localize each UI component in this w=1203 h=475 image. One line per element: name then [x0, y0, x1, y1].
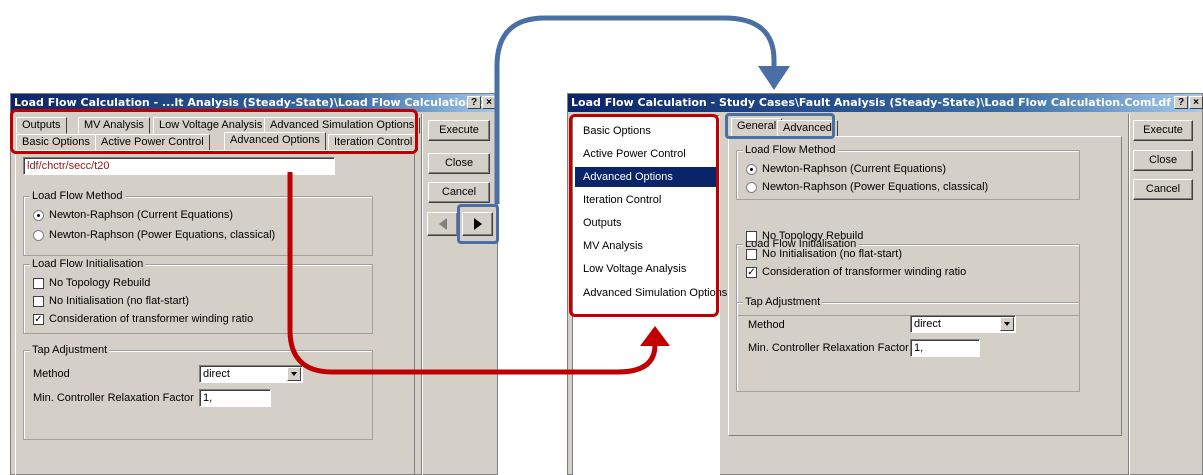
- left-execute-button[interactable]: Execute: [428, 120, 490, 141]
- right-tap-method-label: Method: [748, 319, 785, 331]
- right-close-button[interactable]: Close: [1133, 150, 1193, 171]
- left-relaxation-label: Min. Controller Relaxation Factor: [33, 392, 194, 404]
- right-load-flow-method-title: Load Flow Method: [743, 144, 838, 156]
- right-nav-highlight: [569, 114, 719, 317]
- chevron-down-icon[interactable]: [287, 367, 301, 381]
- left-close-button[interactable]: Close: [428, 153, 490, 174]
- right-no-initialisation-label: No Initialisation (no flat-start): [762, 248, 902, 260]
- left-tap-adjustment-title: Tap Adjustment: [30, 344, 110, 356]
- left-button-divider: [421, 114, 423, 475]
- left-no-topology-rebuild-checkbox[interactable]: [33, 278, 44, 289]
- left-no-initialisation-checkbox[interactable]: [33, 296, 44, 307]
- left-transformer-ratio-checkbox[interactable]: ✓: [33, 314, 44, 325]
- path-field[interactable]: ldf/chctr/secc/t20: [23, 157, 335, 175]
- left-window-title: Load Flow Calculation - ...lt Analysis (…: [14, 96, 497, 109]
- right-method-label-current: Newton-Raphson (Current Equations): [762, 163, 947, 175]
- right-relaxation-field[interactable]: 1,: [910, 339, 980, 357]
- left-close-window-button[interactable]: ×: [482, 96, 496, 109]
- right-button-divider: [1128, 114, 1130, 475]
- right-no-initialisation-checkbox[interactable]: [746, 249, 757, 260]
- right-title-bar: Load Flow Calculation - Study Cases\Faul…: [568, 94, 1202, 112]
- right-close-window-button[interactable]: ×: [1189, 96, 1203, 109]
- left-load-flow-method-group: Load Flow Method: [23, 190, 373, 256]
- left-tap-method-value: direct: [203, 368, 230, 380]
- right-cancel-button[interactable]: Cancel: [1133, 179, 1193, 200]
- chevron-down-icon[interactable]: [1000, 317, 1014, 331]
- left-method-label-power: Newton-Raphson (Power Equations, classic…: [49, 229, 276, 241]
- right-method-radio-current[interactable]: [746, 164, 757, 175]
- left-method-radio-current[interactable]: [33, 210, 44, 221]
- right-no-topology-rebuild-label: No Topology Rebuild: [762, 230, 864, 242]
- left-no-topology-rebuild-label: No Topology Rebuild: [49, 277, 151, 289]
- next-button-highlight: [457, 204, 499, 244]
- blue-arrowhead-icon: [758, 66, 790, 90]
- right-help-button[interactable]: ?: [1174, 96, 1188, 109]
- right-no-topology-rebuild-checkbox[interactable]: [746, 231, 757, 242]
- left-tabs-highlight: [10, 109, 418, 154]
- left-cancel-button[interactable]: Cancel: [428, 182, 490, 203]
- right-transformer-ratio-label: Consideration of transformer winding rat…: [762, 266, 967, 278]
- right-window-title: Load Flow Calculation - Study Cases\Faul…: [571, 96, 1172, 109]
- left-transformer-ratio-label: Consideration of transformer winding rat…: [49, 313, 254, 325]
- prev-page-button[interactable]: [427, 212, 458, 236]
- triangle-left-icon: [438, 218, 447, 230]
- right-method-radio-power[interactable]: [746, 182, 757, 193]
- left-relaxation-field[interactable]: 1,: [199, 389, 271, 407]
- left-load-flow-method-title: Load Flow Method: [30, 190, 125, 202]
- right-tap-method-value: direct: [914, 318, 941, 330]
- right-execute-button[interactable]: Execute: [1133, 120, 1193, 141]
- left-help-button[interactable]: ?: [467, 96, 481, 109]
- right-tap-method-select[interactable]: direct: [910, 315, 1016, 333]
- left-tap-method-select[interactable]: direct: [199, 365, 303, 383]
- left-initialisation-title: Load Flow Initialisation: [30, 258, 146, 270]
- left-tap-method-label: Method: [33, 368, 70, 380]
- left-method-radio-power[interactable]: [33, 230, 44, 241]
- left-no-initialisation-label: No Initialisation (no flat-start): [49, 295, 189, 307]
- left-method-label-current: Newton-Raphson (Current Equations): [49, 209, 234, 221]
- right-tabs-highlight: [725, 113, 835, 139]
- right-relaxation-label: Min. Controller Relaxation Factor: [748, 342, 909, 354]
- right-tap-adjustment-title: Tap Adjustment: [743, 296, 823, 308]
- right-transformer-ratio-checkbox[interactable]: ✓: [746, 267, 757, 278]
- right-method-label-power: Newton-Raphson (Power Equations, classic…: [762, 181, 989, 193]
